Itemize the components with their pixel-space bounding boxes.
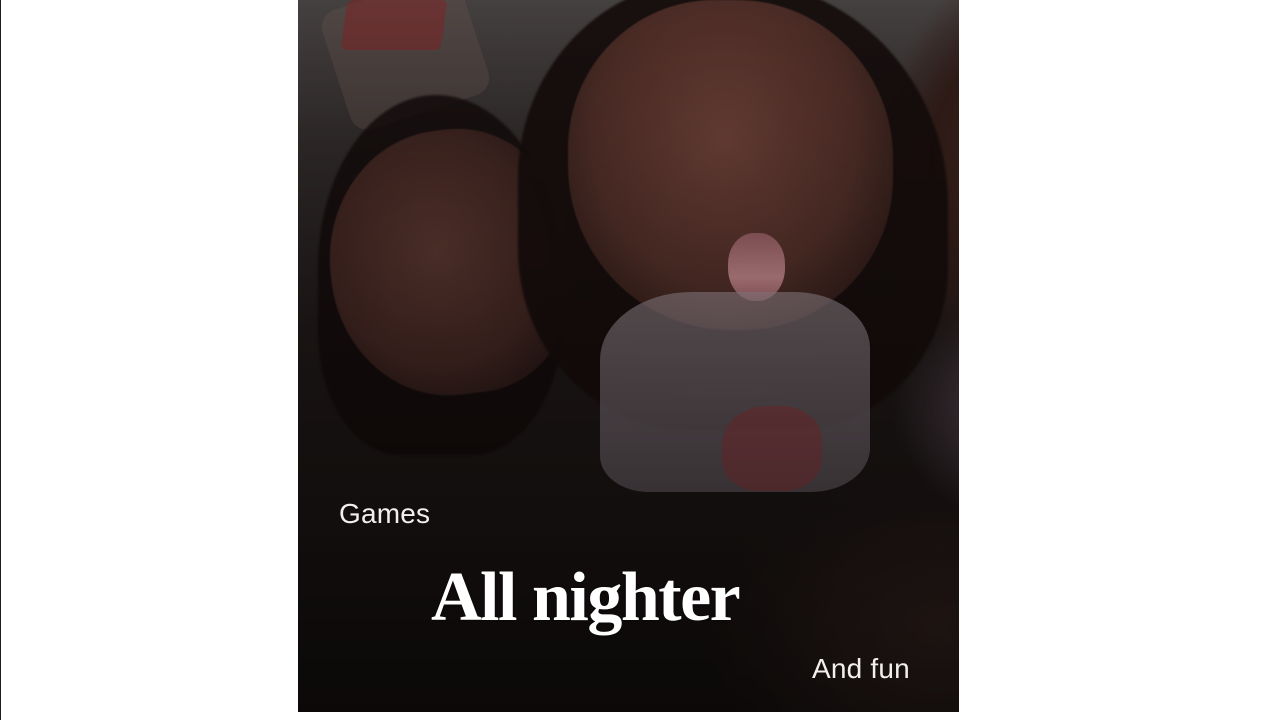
caption-and-fun: And fun bbox=[812, 653, 910, 684]
caption-games: Games bbox=[339, 498, 431, 529]
story-image-card: Games All nighter And fun bbox=[298, 0, 959, 712]
caption-headline: All nighter bbox=[431, 559, 741, 636]
video-frame: Games All nighter And fun bbox=[0, 0, 1280, 720]
